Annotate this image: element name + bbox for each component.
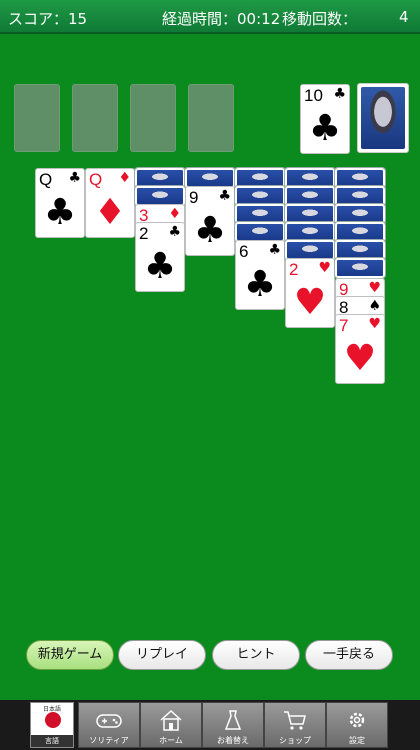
card-suit-small: ♦ [168,206,181,222]
face-down-card [334,185,386,207]
card-suit-big: ♥ [293,282,327,323]
time-value: 00:12 [237,10,281,28]
dress-icon [224,710,242,730]
status-header: スコア：15 経過時間：00:12 移動回数： 4 [0,0,420,34]
foundation-slot-2[interactable] [72,84,118,152]
score-display: スコア：15 [8,8,87,29]
tab-solitaire-label: ソリティア [89,736,129,745]
face-down-card [184,167,236,189]
tab-home[interactable]: ホーム [140,702,202,748]
face-down-card [284,239,336,261]
face-down-card [334,239,386,261]
tab-dressup-label: お着替え [217,736,249,745]
foundation-slot-3[interactable] [130,84,176,152]
tableau-card-col3-2[interactable]: 2 ♣ ♣ [135,222,185,292]
tab-home-label: ホーム [159,736,183,745]
tableau-card-col5[interactable]: 6 ♣ ♣ [235,240,285,310]
card-suit-big: ♣ [193,210,227,251]
score-label: スコア： [8,10,69,28]
gear-icon [349,712,365,728]
card-suit-small: ♣ [168,224,181,240]
face-down-card [234,185,286,207]
face-down-card [234,167,286,189]
gamepad-icon [96,714,122,728]
tableau-card-col4[interactable]: 9 ♣ ♣ [185,186,235,256]
card-rank: 6 [239,242,249,261]
card-rank: 7 [339,316,349,335]
moves-value: 4 [399,8,409,26]
score-value: 15 [68,10,88,28]
card-suit-small: ♥ [368,316,381,332]
replay-button[interactable]: リプレイ [118,640,206,670]
face-down-card [284,203,336,225]
face-down-card [284,185,336,207]
card-suit-big: ♣ [243,264,277,305]
card-suit-big: ♣ [43,192,77,233]
card-rank: 9 [189,188,199,207]
tab-settings-label: 設定 [349,736,365,745]
time-label: 経過時間： [162,10,238,28]
card-rank: 2 [289,260,299,279]
undo-button[interactable]: 一手戻る [305,640,393,670]
tableau-card-col2[interactable]: Q ♦ ♦ [85,168,135,238]
tab-shop[interactable]: ショップ [264,702,326,748]
face-down-card [134,185,186,207]
home-icon [160,709,182,731]
card-suit-big: ♦ [93,192,127,233]
action-bar: 新規ゲーム リプレイ ヒント 一手戻る [0,636,420,676]
card-suit-small: ♣ [218,188,231,204]
new-game-button[interactable]: 新規ゲーム [26,640,114,670]
face-down-card [134,167,186,189]
foundation-slot-1[interactable] [14,84,60,152]
waste-card[interactable]: 10 ♣ ♣ [300,84,350,154]
card-suit-small: ♠ [368,298,381,314]
face-down-card [334,257,386,279]
card-suit-small: ♣ [333,86,346,102]
face-down-card [334,167,386,189]
card-back-art [361,87,405,149]
card-rank: 2 [139,224,149,243]
time-display: 経過時間：00:12 [162,8,280,29]
card-rank: 10 [304,86,323,105]
card-rank: Q [39,170,53,189]
face-down-card [334,221,386,243]
tab-solitaire[interactable]: ソリティア [78,702,140,748]
face-down-card [234,203,286,225]
card-suit-big: ♣ [143,246,177,287]
tableau-card-col6[interactable]: 2 ♥ ♥ [285,258,335,328]
moves-display: 移動回数： [282,8,357,29]
card-suit-small: ♥ [368,280,381,296]
card-suit-small: ♣ [68,170,81,186]
face-down-card [284,221,336,243]
card-suit-small: ♣ [268,242,281,258]
face-down-card [234,221,286,243]
japan-flag-icon [45,712,61,728]
foundation-slot-4[interactable] [188,84,234,152]
hint-button[interactable]: ヒント [212,640,300,670]
face-down-card [334,203,386,225]
tab-dressup[interactable]: お着替え [202,702,264,748]
cart-icon [284,711,306,730]
tab-shop-label: ショップ [279,736,311,745]
card-rank: Q [89,170,103,189]
card-suit-big: ♥ [343,338,377,379]
stock-pile[interactable] [357,83,409,153]
card-suit-small: ♦ [118,170,131,186]
language-tab[interactable]: 日本語 言語 [30,702,74,748]
tab-settings[interactable]: 設定 [326,702,388,748]
tableau-card-col1[interactable]: Q ♣ ♣ [35,168,85,238]
moves-label: 移動回数： [282,10,358,28]
card-suit-small: ♥ [318,260,331,276]
card-suit-big: ♣ [308,108,342,149]
tableau-card-col7-3[interactable]: 7 ♥ ♥ [335,314,385,384]
face-down-card [284,167,336,189]
language-label: 言語 [31,735,73,747]
